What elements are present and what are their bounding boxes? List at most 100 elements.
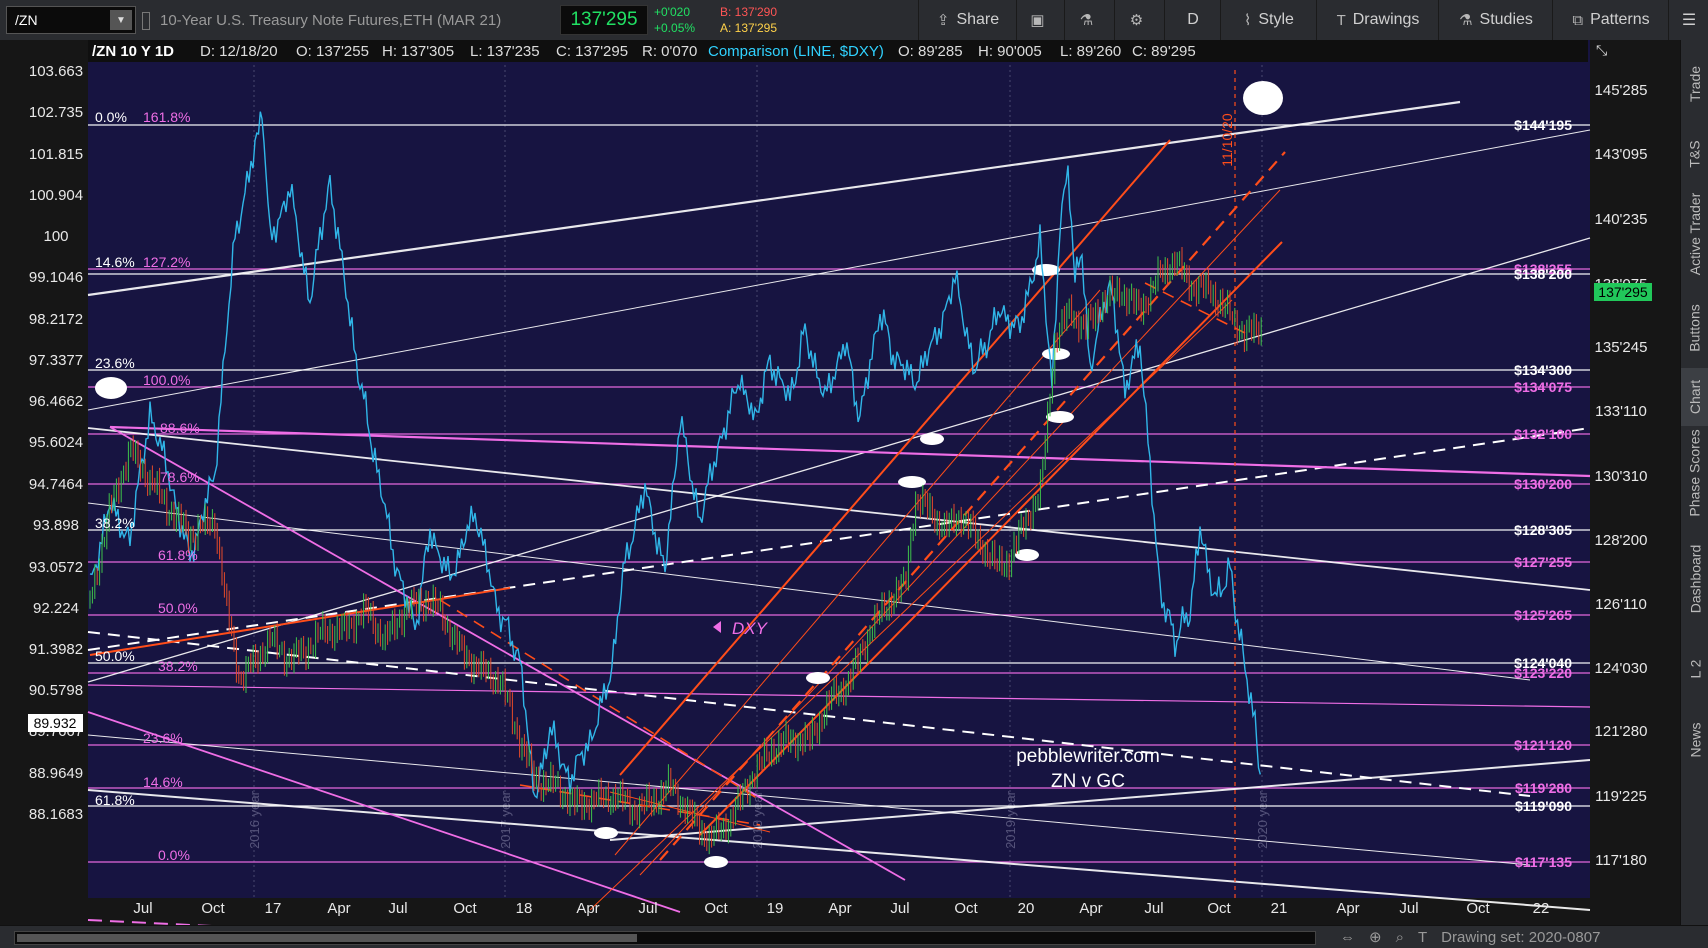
right-axis-tick: 145'285: [1595, 82, 1648, 99]
side-tab-t-s[interactable]: T&S: [1681, 128, 1708, 180]
fib-ratio-label: 88.6%: [160, 420, 200, 436]
x-axis-tick: 19: [767, 900, 784, 917]
chart-header: /ZN 10 Y 1D D: 12/18/20 O: 137'255 H: 137'3…: [88, 40, 1588, 62]
scrollbar-thumb[interactable]: [17, 934, 637, 942]
left-axis-tick: 100.904: [29, 187, 83, 204]
pivot-marker: [95, 377, 127, 399]
zoom-icon[interactable]: ⌕: [1396, 929, 1404, 946]
side-tab-buttons[interactable]: Buttons: [1681, 288, 1708, 368]
chart-area[interactable]: 2016 year 2017 year 2018 year 2019 year 2020…: [0, 40, 1680, 925]
x-axis-tick: 17: [265, 900, 282, 917]
x-axis-tick: Oct: [704, 900, 728, 917]
fib-level-price-label: $119'090: [1515, 798, 1572, 814]
layout-button[interactable]: ▣: [1016, 0, 1065, 40]
x-axis-tick: Jul: [133, 900, 152, 917]
pivot-marker: [920, 433, 944, 445]
right-axis-tick: 117'180: [1595, 852, 1647, 869]
x-axis-tick: Apr: [576, 900, 599, 917]
side-tab-label: Active Trader: [1687, 192, 1704, 276]
fib-ratio-label: 0.0%: [158, 847, 190, 863]
side-tab-active-trader[interactable]: Active Trader: [1681, 180, 1708, 288]
symbol-input[interactable]: /ZN ▼: [6, 6, 136, 34]
expand-icon[interactable]: ⇔: [1340, 929, 1355, 946]
date-annotation: 11/10/20: [1219, 113, 1235, 167]
x-axis-tick: Jul: [890, 900, 909, 917]
x-axis-tick: Apr: [828, 900, 851, 917]
fib-level-price-label: $123'220: [1514, 665, 1572, 681]
left-axis-tick: 93.898: [33, 517, 79, 534]
side-tab-l-2[interactable]: L 2: [1681, 638, 1708, 700]
fib-ratio-label: 61.8%: [95, 792, 135, 808]
change-pct: +0.05%: [654, 21, 696, 35]
year-marker-label: 2019 year: [1003, 790, 1018, 848]
pivot-marker: [1243, 81, 1283, 115]
x-axis-tick: Jul: [1144, 900, 1163, 917]
x-axis-tick: 21: [1271, 900, 1288, 917]
header-field: C: 137'295: [556, 43, 628, 60]
side-tab-trade[interactable]: Trade: [1681, 40, 1708, 128]
dxy-annotation: DXY: [732, 619, 769, 638]
left-axis-tick: 88.9649: [29, 765, 83, 782]
side-tab-label: Dashboard: [1687, 544, 1703, 614]
left-axis-tick: 97.3377: [29, 352, 83, 369]
side-tab-dashboard[interactable]: Dashboard: [1681, 520, 1708, 638]
right-axis-tick: 135'245: [1595, 339, 1648, 356]
pivot-marker: [594, 827, 618, 839]
studies-button[interactable]: ⚗ Studies: [1438, 0, 1553, 40]
time-scrollbar[interactable]: [14, 931, 1316, 945]
change-abs: +0'020: [654, 5, 690, 19]
pivot-marker: [704, 856, 728, 868]
bottom-tools: ⇔ ⊕ ⌕ T Drawing set: 2020-0807: [1340, 926, 1600, 948]
side-tab-chart[interactable]: Chart: [1681, 368, 1708, 426]
style-button[interactable]: ⌇ Style: [1220, 0, 1317, 40]
lab-button[interactable]: ⚗: [1064, 0, 1115, 40]
watermark-line-1: pebblewriter.com: [1016, 746, 1160, 767]
period-button[interactable]: D: [1164, 0, 1221, 40]
price-chart[interactable]: 2016 year 2017 year 2018 year 2019 year 2020…: [0, 40, 1680, 925]
right-axis-current-value: 137'295: [1598, 284, 1648, 300]
side-tab-label: News: [1687, 722, 1704, 758]
left-axis-tick: 101.815: [29, 146, 83, 163]
flask-icon: ⚗: [1459, 12, 1473, 29]
pattern-icon: ⧉: [1572, 11, 1584, 29]
drag-handle-icon[interactable]: [142, 12, 150, 30]
text-tool-icon[interactable]: T: [1418, 929, 1427, 946]
side-tab-label: Buttons: [1687, 304, 1704, 352]
gear-icon: ⚙: [1129, 12, 1144, 29]
fib-level-price-label: $134'075: [1514, 379, 1572, 395]
share-button[interactable]: ⇪ Share: [918, 0, 1017, 40]
chart-resize-icon[interactable]: ⤡: [1596, 42, 1607, 59]
header-field: R: 0'070: [642, 43, 697, 60]
x-axis-tick: Apr: [1079, 900, 1102, 917]
side-tab-label: Trade: [1687, 65, 1703, 103]
x-axis-tick: Jul: [1399, 900, 1418, 917]
left-axis-tick: 100: [43, 228, 68, 245]
right-axis-tick: 126'110: [1595, 596, 1647, 613]
drawing-set-label[interactable]: Drawing set: 2020-0807: [1441, 929, 1600, 946]
drawings-button[interactable]: T Drawings: [1316, 0, 1439, 40]
header-field: H: 137'305: [382, 43, 454, 60]
left-axis-tick: 98.2172: [29, 311, 83, 328]
crosshair-icon[interactable]: ⊕: [1369, 928, 1382, 946]
pivot-marker: [898, 476, 926, 488]
menu-button[interactable]: ☰: [1668, 0, 1708, 40]
symbol-text: /ZN: [15, 12, 38, 28]
pivot-marker: [1042, 348, 1070, 360]
side-tab-news[interactable]: News: [1681, 700, 1708, 780]
chevron-down-icon[interactable]: ▼: [110, 10, 132, 30]
settings-button[interactable]: ⚙: [1114, 0, 1165, 40]
left-axis-tick: 95.6024: [29, 434, 83, 451]
header-field: H: 90'005: [978, 43, 1042, 60]
header-field: Comparison (LINE, $DXY): [708, 43, 884, 60]
side-tab-phase-scores[interactable]: Phase Scores: [1681, 426, 1708, 520]
fib-ratio-label: 14.6%: [143, 774, 183, 790]
x-axis-tick: Jul: [638, 900, 657, 917]
fib-ratio-label: 127.2%: [143, 254, 190, 270]
right-axis-tick: 119'225: [1595, 788, 1647, 805]
patterns-button[interactable]: ⧉ Patterns: [1552, 0, 1669, 40]
left-axis-tick: 90.5798: [29, 682, 83, 699]
fib-ratio-label: 23.6%: [95, 355, 135, 371]
header-field: L: 89'260: [1060, 43, 1121, 60]
layout-icon: ▣: [1030, 12, 1045, 29]
x-axis-tick: Oct: [453, 900, 477, 917]
